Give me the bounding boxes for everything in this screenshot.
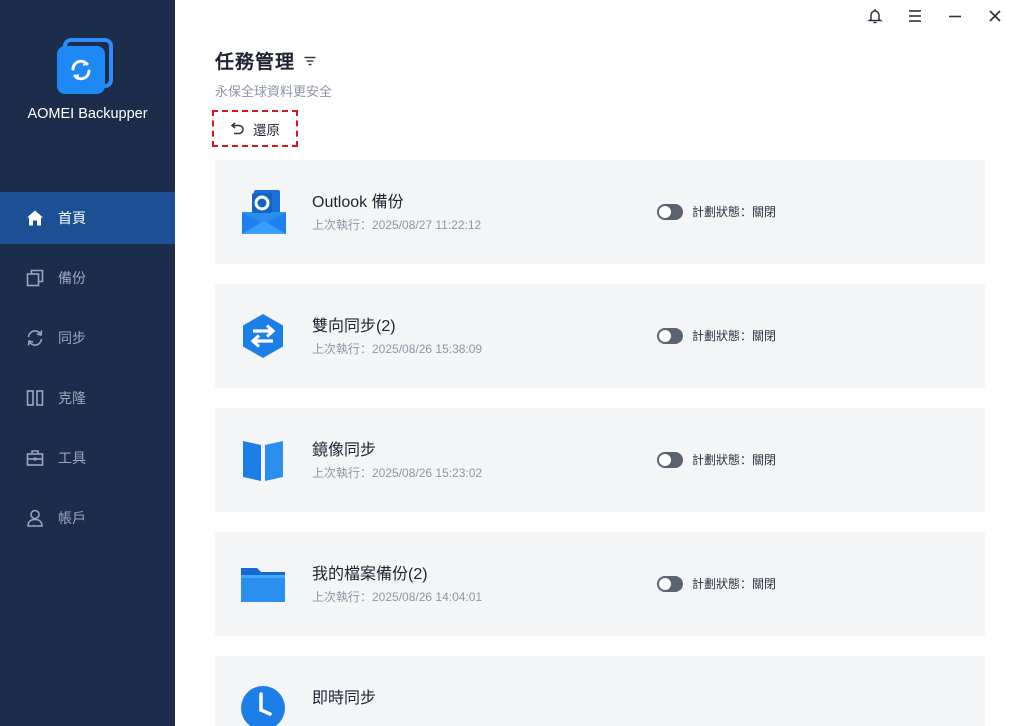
task-last-run: 上次執行：2025/08/26 15:23:02 [312,466,483,480]
minimize-icon [947,8,963,29]
task-name: 即時同步 [312,690,377,707]
close-button[interactable] [975,8,1015,28]
page-header: 任務管理 [215,47,317,74]
schedule-status-label: 計劃狀態：關閉 [692,205,777,219]
two-way-sync-icon [239,312,287,360]
sidebar-item-label: 克隆 [58,390,86,406]
realtime-sync-icon [239,684,287,726]
schedule-status: 計劃狀態：關閉 [657,451,776,468]
folder-icon [239,560,287,608]
menu-button[interactable] [895,8,935,28]
schedule-toggle[interactable] [657,203,683,220]
task-last-run: 上次執行：2025/08/26 15:38:09 [312,342,483,356]
schedule-toggle[interactable] [657,451,683,468]
sync-icon [24,327,46,349]
minimize-button[interactable] [935,8,975,28]
toolbox-icon [24,447,46,469]
task-name: 我的檔案備份(2) [312,566,428,583]
task-last-run: 上次執行：2025/08/27 11:22:12 [312,218,482,232]
backup-icon [24,267,46,289]
task-name: 鏡像同步 [312,442,377,459]
clone-icon [24,387,46,409]
sidebar-item-account[interactable]: 帳戶 [0,492,175,544]
close-icon [987,8,1003,29]
task-card[interactable]: 即時同步 [215,656,985,726]
filter-icon[interactable] [303,54,317,68]
schedule-toggle[interactable] [657,327,683,344]
hamburger-menu-icon [907,8,923,29]
outlook-icon [239,188,287,236]
mirror-sync-icon [239,436,287,484]
sidebar-item-label: 首頁 [58,210,86,226]
undo-icon [229,121,245,136]
schedule-status-label: 計劃狀態：關閉 [692,453,777,467]
schedule-status: 計劃狀態：關閉 [657,327,776,344]
sidebar-item-tools[interactable]: 工具 [0,432,175,484]
user-icon [24,507,46,529]
window-controls [855,8,1015,28]
task-name: 雙向同步(2) [312,318,396,335]
home-icon [24,207,46,229]
sidebar-item-label: 備份 [58,270,86,286]
schedule-status: 計劃狀態：關閉 [657,575,776,592]
sidebar-item-backup[interactable]: 備份 [0,252,175,304]
app-name: AOMEI Backupper [27,106,148,122]
sidebar-item-label: 同步 [58,330,86,346]
task-list: Outlook 備份 上次執行：2025/08/27 11:22:12 計劃狀態… [215,160,985,726]
page-subtitle: 永保全球資料更安全 [215,84,333,99]
task-card[interactable]: 鏡像同步 上次執行：2025/08/26 15:23:02 計劃狀態：關閉 [215,408,985,512]
sidebar-item-home[interactable]: 首頁 [0,192,175,244]
restore-button[interactable]: 還原 [212,110,298,147]
task-card[interactable]: 我的檔案備份(2) 上次執行：2025/08/26 14:04:01 計劃狀態：… [215,532,985,636]
notification-button[interactable] [855,8,895,28]
schedule-status-label: 計劃狀態：關閉 [692,329,777,343]
restore-label: 還原 [253,122,280,138]
app-logo [55,36,119,98]
schedule-status-label: 計劃狀態：關閉 [692,577,777,591]
sidebar-item-sync[interactable]: 同步 [0,312,175,364]
sync-arrows-icon [57,46,105,94]
schedule-toggle[interactable] [657,575,683,592]
bell-icon [867,8,883,29]
task-card[interactable]: 雙向同步(2) 上次執行：2025/08/26 15:38:09 計劃狀態：關閉 [215,284,985,388]
task-last-run: 上次執行：2025/08/26 14:04:01 [312,590,483,604]
task-name: Outlook 備份 [312,194,404,211]
page-title: 任務管理 [215,52,296,73]
sidebar-item-clone[interactable]: 克隆 [0,372,175,424]
sidebar: AOMEI Backupper 首頁 備份 同步 克隆 工具 帳戶 [0,0,175,726]
schedule-status: 計劃狀態：關閉 [657,203,776,220]
sidebar-nav: 首頁 備份 同步 克隆 工具 帳戶 [0,192,175,552]
task-card[interactable]: Outlook 備份 上次執行：2025/08/27 11:22:12 計劃狀態… [215,160,985,264]
sidebar-item-label: 工具 [58,450,86,466]
sidebar-item-label: 帳戶 [58,510,86,526]
